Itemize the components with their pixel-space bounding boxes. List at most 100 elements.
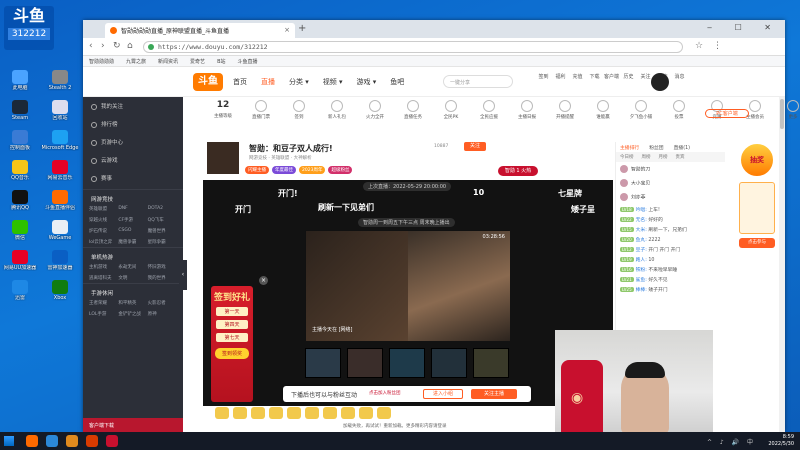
sidebar-category-link[interactable]: 火影忍者: [148, 300, 177, 306]
bookmark-item[interactable]: 爱奇艺: [190, 59, 205, 65]
rank-row[interactable]: 大小宝贝: [616, 176, 725, 190]
sidebar-category-link[interactable]: LOL手游: [89, 311, 118, 317]
feature-item[interactable]: 火力全开: [355, 100, 395, 120]
sidebar-category-link[interactable]: 永劫无间: [118, 264, 147, 270]
feature-item[interactable]: 全民PK: [431, 100, 471, 120]
desktop-icon[interactable]: 斗鱼直播伴侣: [40, 190, 80, 220]
chat-subtab[interactable]: 周榜: [642, 155, 651, 160]
desktop-icon[interactable]: QQ音乐: [0, 160, 40, 190]
window-controls[interactable]: ‒ ☐ ✕: [707, 23, 781, 32]
chat-subtab[interactable]: 月榜: [659, 155, 668, 160]
toast-subtext[interactable]: 点击加入粉丝团: [369, 390, 401, 396]
feature-item[interactable]: 更多: [773, 100, 800, 120]
streamer-tag[interactable]: 2023周年: [299, 166, 326, 174]
sidebar-category-link[interactable]: 王者荣耀: [89, 300, 118, 306]
chat-nick[interactable]: 路人:: [636, 258, 647, 263]
gift-icon[interactable]: [233, 407, 247, 419]
desktop-icon[interactable]: 微信: [0, 220, 40, 250]
sidebar-category-link[interactable]: 金铲铲之战: [118, 311, 147, 317]
streamer-tag[interactable]: 超级粉丝: [328, 166, 353, 174]
desktop-icon[interactable]: Stealth 2: [40, 70, 80, 100]
streamer-tag[interactable]: 闪耀主播: [245, 166, 269, 174]
hot-rank-button[interactable]: 智勋 1 火热: [498, 166, 538, 176]
desktop-icon[interactable]: 网易UU加速器: [0, 250, 40, 280]
back-icon[interactable]: ‹: [89, 41, 93, 51]
chat-nick[interactable]: 鱼丸:: [636, 238, 647, 243]
header-icon-item[interactable]: 福利: [552, 73, 569, 80]
sidebar-category-link[interactable]: lol云顶之弈: [89, 239, 118, 245]
replay-thumbnail[interactable]: [473, 348, 509, 378]
replay-thumbnail[interactable]: [305, 348, 341, 378]
sidebar-category-link[interactable]: 文明: [118, 275, 147, 281]
client-download-button[interactable]: 客户端下载: [83, 418, 183, 432]
sidebar-category-link[interactable]: 和平精英: [118, 300, 147, 306]
desktop-icon[interactable]: 网易云音乐: [40, 160, 80, 190]
load-fail-hint[interactable]: 加载失败，再试试！重新加载。更多精彩内容请登录: [343, 423, 447, 429]
header-icon-item[interactable]: 签到: [535, 73, 552, 80]
feature-item[interactable]: 谁能赢: [583, 100, 623, 120]
gift-icon[interactable]: [269, 407, 283, 419]
header-icon-item[interactable]: 充值: [569, 73, 586, 80]
url-input[interactable]: https://www.douyu.com/312212: [143, 41, 683, 53]
feature-item[interactable]: 夕飞鱼小铺: [621, 100, 661, 120]
bookmark-item[interactable]: 九霄之旅: [126, 59, 146, 65]
desktop-icon[interactable]: 腾讯QQ: [0, 190, 40, 220]
site-nav-item[interactable]: 首页: [233, 78, 247, 86]
gift-icon[interactable]: [323, 407, 337, 419]
site-logo[interactable]: 斗鱼: [193, 73, 223, 91]
sidebar-category-link[interactable]: 魔兽世界: [148, 228, 177, 234]
chat-tab[interactable]: 主播排行: [620, 146, 639, 151]
bookmark-item[interactable]: 智勋勋勋勋: [89, 59, 114, 65]
taskbar-app-icon[interactable]: [86, 435, 98, 447]
new-tab-button[interactable]: +: [298, 23, 306, 34]
bookmark-item[interactable]: 新闻资讯: [158, 59, 178, 65]
sidebar-category-link[interactable]: DNF: [118, 206, 147, 212]
gift-icon[interactable]: [287, 407, 301, 419]
site-nav-item[interactable]: 游戏 ▾: [357, 78, 377, 86]
desktop-icon[interactable]: WeGame: [40, 220, 80, 250]
taskbar-douyu-icon[interactable]: [106, 435, 118, 447]
replay-thumbnail[interactable]: [431, 348, 467, 378]
refresh-icon[interactable]: ↻: [113, 41, 121, 51]
sidebar-item[interactable]: 排行榜: [83, 115, 183, 133]
chat-nick[interactable]: 豆子:: [636, 248, 647, 253]
feature-item[interactable]: 直播门票: [241, 100, 281, 120]
header-icon-item[interactable]: 历史: [620, 73, 637, 80]
replay-preview[interactable]: 03:28:56 主播今天在 [网络]: [305, 230, 510, 341]
desktop-icon[interactable]: 此电脑: [0, 70, 40, 100]
chat-nick[interactable]: 无名:: [636, 218, 647, 223]
feature-item[interactable]: 直播任务: [393, 100, 433, 120]
video-player[interactable]: 上次直播：2022-05-29 20:00:00 开门! 10 七星牌 开门 刷…: [203, 180, 613, 406]
desktop-icon[interactable]: 控制面板: [0, 130, 40, 160]
join-group-button[interactable]: 进入小组: [423, 389, 463, 399]
site-search-input[interactable]: 一键分享: [443, 75, 513, 88]
sidebar-category-link[interactable]: DOTA2: [148, 206, 177, 212]
sidebar-item[interactable]: 页游中心: [83, 133, 183, 151]
header-icon-item[interactable]: 下载: [586, 73, 603, 80]
chat-nick[interactable]: 吟唱:: [636, 208, 647, 213]
gift-icon[interactable]: [341, 407, 355, 419]
tab-close-icon[interactable]: ×: [284, 26, 290, 34]
gift-icon[interactable]: [251, 407, 265, 419]
gift-icon[interactable]: [305, 407, 319, 419]
promo-cta-button[interactable]: 签到领奖: [215, 348, 249, 359]
header-icon-item[interactable]: 消息: [671, 73, 688, 80]
gift-icon[interactable]: [377, 407, 391, 419]
sidebar-category-link[interactable]: 魔兽争霸: [118, 239, 147, 245]
sidebar-category-link[interactable]: 主机游戏: [89, 264, 118, 270]
page-scrollbar[interactable]: [779, 97, 785, 432]
rank-row[interactable]: 智勋的刀: [616, 162, 725, 176]
gift-icon[interactable]: [359, 407, 373, 419]
desktop-icon[interactable]: 雷神加速器: [40, 250, 80, 280]
chat-nick[interactable]: 鲨鱼:: [636, 278, 647, 283]
forward-icon[interactable]: ›: [101, 41, 105, 51]
follow-streamer-button[interactable]: 关注主播: [471, 389, 517, 399]
replay-thumbnail[interactable]: [347, 348, 383, 378]
sidebar-item[interactable]: 云游戏: [83, 151, 183, 169]
desktop-icon[interactable]: 迅雷: [0, 280, 40, 310]
feature-item[interactable]: 全民应援: [469, 100, 509, 120]
signin-promo-banner[interactable]: 签到好礼 第一天 第四天 第七天 签到领奖: [211, 286, 253, 402]
extensions-icon[interactable]: ⋮: [713, 41, 722, 51]
replay-thumbnail[interactable]: [389, 348, 425, 378]
chat-subtab[interactable]: 贵宾: [676, 155, 685, 160]
